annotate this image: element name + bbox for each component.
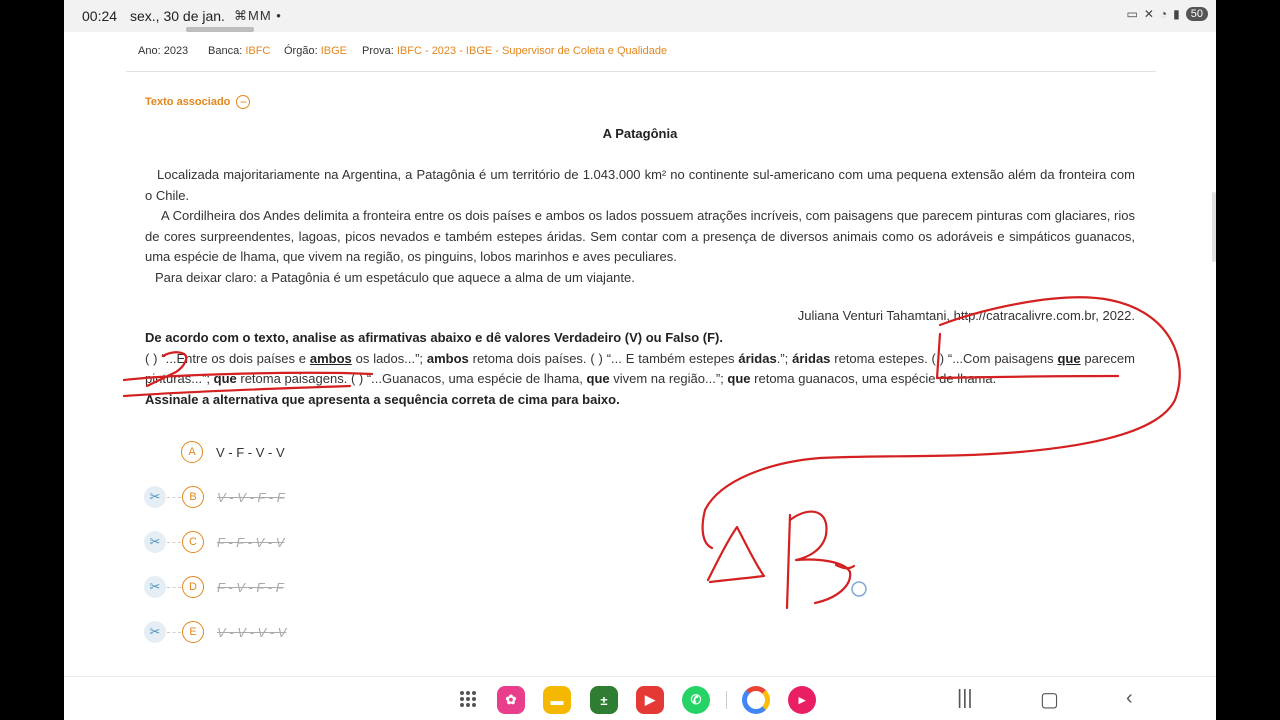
wifi-icon: ◔ [1159, 7, 1168, 21]
meta-orgao[interactable]: Órgão: IBGE [284, 45, 347, 57]
text-title: A Patagônia [602, 126, 678, 141]
texto-associado-label: Texto associado [145, 96, 231, 108]
signal-icon: ▮ [1173, 7, 1180, 21]
meta-banca[interactable]: Banca: IBFC [208, 45, 270, 57]
option-c[interactable]: ✂ C F - F - V - V [144, 530, 284, 554]
option-text[interactable]: F - V - F - F [217, 580, 284, 595]
associated-text: Localizada majoritariamente na Argentina… [145, 165, 1135, 288]
option-letter[interactable]: C [182, 531, 204, 553]
question-meta: Ano: 2023 Banca: IBFC Órgão: IBGE Prova:… [126, 40, 1156, 72]
scrollbar-thumb[interactable] [186, 27, 254, 32]
home-button[interactable]: ▢ [1040, 687, 1059, 712]
collapse-icon[interactable]: − [236, 95, 251, 109]
mute-icon: ✕ [1143, 7, 1154, 21]
android-nav-bar: ✿ ▬ ± ▶ ✆ ▸ ||| ▢ ‹ [64, 676, 1216, 720]
calculator-app-icon[interactable]: ± [590, 686, 618, 714]
option-letter[interactable]: E [182, 621, 204, 643]
paragraph-2: A Cordilheira dos Andes delimita a front… [145, 208, 1135, 264]
scissors-icon[interactable]: ✂ [144, 486, 166, 508]
option-text[interactable]: V - V - F - F [217, 490, 285, 505]
option-letter[interactable]: D [182, 576, 204, 598]
option-d[interactable]: ✂ D F - V - F - F [144, 575, 284, 599]
recorder-app-icon[interactable]: ▸ [788, 686, 816, 714]
scissors-icon[interactable]: ✂ [144, 621, 166, 643]
files-app-icon[interactable]: ▬ [543, 686, 571, 714]
meta-ano: Ano: 2023 [138, 45, 189, 57]
question-heading: De acordo com o texto, analise as afirma… [145, 330, 723, 345]
meta-prova[interactable]: Prova: IBFC - 2023 - IBGE - Supervisor d… [362, 45, 667, 57]
app-screen: 00:24 sex., 30 de jan. ⌘MM • ▭ ✕ ◔ ▮ 50 … [64, 0, 1216, 720]
paragraph-1: Localizada majoritariamente na Argentina… [145, 167, 1135, 203]
status-bar: 00:24 sex., 30 de jan. ⌘MM • ▭ ✕ ◔ ▮ 50 [64, 0, 1216, 32]
texto-associado-toggle[interactable]: Texto associado − [145, 95, 251, 109]
option-text[interactable]: V - V - V - V [217, 625, 286, 640]
option-text[interactable]: V - F - V - V [216, 445, 285, 460]
question-instruction: Assinale a alternativa que apresenta a s… [145, 391, 620, 407]
option-letter[interactable]: A [181, 441, 203, 463]
scissors-icon[interactable]: ✂ [144, 531, 166, 553]
question-statement: De acordo com o texto, analise as afirma… [145, 328, 1135, 410]
option-text[interactable]: F - F - V - V [217, 535, 284, 550]
back-button[interactable]: ‹ [1126, 687, 1133, 710]
question-affirmatives: ( ) “...Entre os dois países e ambos os … [145, 350, 1135, 387]
option-a[interactable]: A V - F - V - V [144, 440, 285, 464]
side-scroll-handle[interactable] [1212, 192, 1216, 262]
battery-indicator: 50 [1185, 7, 1208, 21]
notification-icons: ⌘MM • [234, 8, 282, 23]
whatsapp-app-icon[interactable]: ✆ [682, 686, 710, 714]
scissors-icon[interactable]: ✂ [144, 576, 166, 598]
youtube-app-icon[interactable]: ▶ [636, 686, 664, 714]
clock: 00:24 [82, 8, 118, 24]
option-letter[interactable]: B [182, 486, 204, 508]
option-e[interactable]: ✂ E V - V - V - V [144, 620, 286, 644]
chrome-app-icon[interactable] [742, 686, 770, 714]
cast-icon: ▭ [1126, 7, 1138, 21]
system-icons: ▭ ✕ ◔ ▮ 50 [1126, 7, 1208, 21]
dock-divider [726, 691, 727, 709]
date: sex., 30 de jan. [130, 8, 225, 24]
app-drawer-icon[interactable] [460, 691, 476, 707]
recent-apps-button[interactable]: ||| [957, 687, 973, 710]
gallery-app-icon[interactable]: ✿ [497, 686, 525, 714]
option-b[interactable]: ✂ B V - V - F - F [144, 485, 285, 509]
paragraph-3: Para deixar claro: a Patagônia é um espe… [155, 269, 635, 285]
text-author: Juliana Venturi Tahamtani, http://catrac… [797, 308, 1135, 323]
